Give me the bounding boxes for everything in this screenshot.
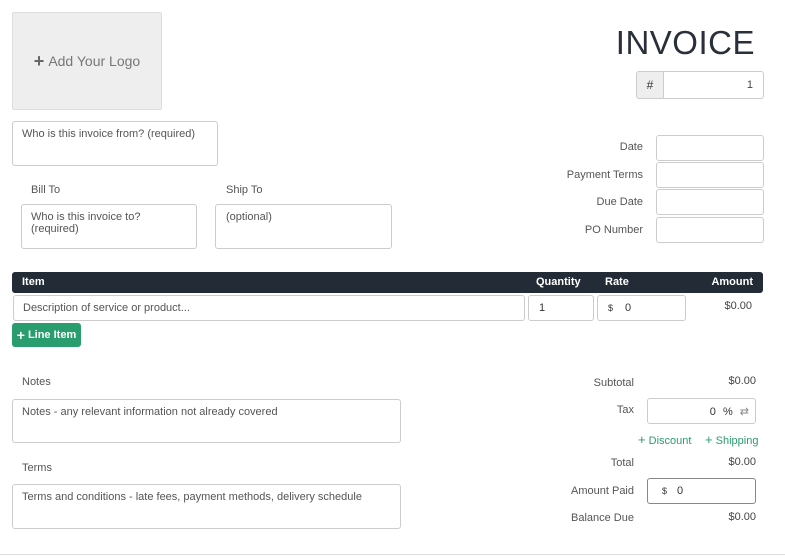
add-line-item-label: Line Item	[27, 329, 77, 341]
item-description-placeholder: Description of service or product...	[23, 302, 190, 314]
line-items-header: Item Quantity Rate Amount	[12, 272, 763, 293]
subtotal-label: Subtotal	[593, 377, 634, 389]
tax-unit: %	[722, 406, 733, 418]
terms-placeholder: Terms and conditions - late fees, paymen…	[22, 491, 362, 503]
po-number-label: PO Number	[584, 224, 643, 236]
terms-field[interactable]: Terms and conditions - late fees, paymen…	[12, 484, 401, 529]
amount-paid-value: 0	[677, 485, 684, 497]
bill-to-placeholder: Who is this invoice to? (required)	[31, 211, 141, 235]
total-label: Total	[610, 457, 634, 469]
item-amount: $0.00	[724, 300, 752, 312]
date-input[interactable]	[656, 135, 764, 161]
invoice-title: INVOICE	[615, 24, 755, 61]
add-discount-button[interactable]: + Discount	[638, 432, 691, 447]
date-label: Date	[619, 141, 643, 153]
add-logo-button[interactable]: + Add Your Logo	[12, 12, 162, 110]
discount-label: Discount	[648, 435, 692, 447]
plus-icon: +	[638, 432, 646, 447]
item-rate-value: 0	[625, 302, 632, 314]
ship-to-field[interactable]: (optional)	[215, 204, 392, 249]
amount-paid-label: Amount Paid	[571, 485, 634, 497]
ship-to-label: Ship To	[226, 184, 263, 196]
due-date-input[interactable]	[656, 189, 764, 215]
item-quantity-input[interactable]: 1	[528, 295, 594, 321]
notes-placeholder: Notes - any relevant information not alr…	[22, 406, 278, 418]
payment-terms-input[interactable]	[656, 162, 764, 188]
balance-due-value: $0.00	[728, 511, 756, 523]
amount-column-header: Amount	[711, 276, 753, 288]
tax-value: 0	[709, 406, 716, 418]
tax-input[interactable]: 0 % ⇄	[647, 398, 756, 424]
balance-due-label: Balance Due	[571, 512, 634, 524]
invoice-number-prefix: #	[636, 71, 664, 99]
notes-label: Notes	[22, 376, 51, 388]
rate-column-header: Rate	[605, 276, 629, 288]
from-field[interactable]: Who is this invoice from? (required)	[12, 121, 218, 166]
item-description-input[interactable]: Description of service or product...	[13, 295, 525, 321]
tax-label: Tax	[616, 404, 634, 416]
item-column-header: Item	[22, 276, 45, 288]
plus-icon: +	[705, 432, 713, 447]
payment-terms-label: Payment Terms	[566, 169, 643, 181]
add-line-item-button[interactable]: + Line Item	[12, 323, 81, 347]
bill-to-label: Bill To	[31, 184, 61, 196]
ship-to-placeholder: (optional)	[226, 211, 272, 223]
swap-icon[interactable]: ⇄	[740, 406, 749, 418]
notes-field[interactable]: Notes - any relevant information not alr…	[12, 399, 401, 443]
amount-paid-currency: $	[662, 486, 668, 496]
shipping-label: Shipping	[715, 435, 759, 447]
bill-to-field[interactable]: Who is this invoice to? (required)	[21, 204, 197, 249]
subtotal-value: $0.00	[728, 375, 756, 387]
invoice-number-input[interactable]: 1	[663, 71, 764, 99]
add-logo-label: Add Your Logo	[48, 53, 141, 69]
item-quantity-value: 1	[539, 302, 546, 314]
terms-label: Terms	[22, 462, 52, 474]
plus-icon: +	[16, 327, 25, 343]
due-date-label: Due Date	[596, 196, 643, 208]
rate-currency: $	[608, 303, 614, 313]
total-value: $0.00	[728, 456, 756, 468]
page-divider	[0, 554, 785, 555]
po-number-input[interactable]	[656, 217, 764, 243]
from-placeholder: Who is this invoice from? (required)	[22, 128, 196, 140]
item-rate-input[interactable]: $0	[597, 295, 686, 321]
amount-paid-input[interactable]: $0	[647, 478, 756, 504]
add-shipping-button[interactable]: + Shipping	[705, 432, 758, 447]
plus-icon: +	[33, 50, 45, 71]
quantity-column-header: Quantity	[536, 276, 581, 288]
